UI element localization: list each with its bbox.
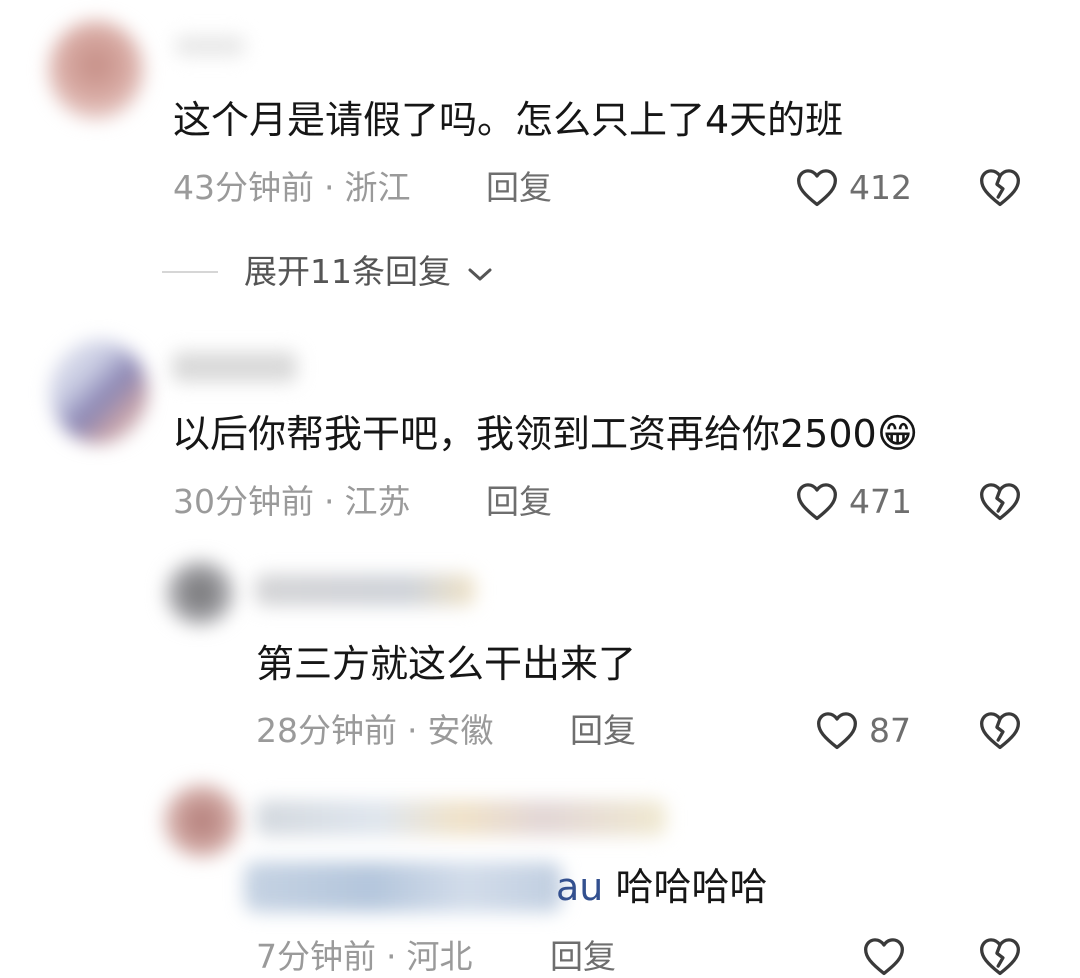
reply-button[interactable]: 回复 (486, 482, 552, 522)
timestamp: 30分钟前 (173, 482, 314, 521)
heart-outline-icon[interactable] (795, 166, 839, 208)
like-count: 471 (849, 482, 912, 521)
separator: · (324, 168, 335, 207)
timestamp: 43分钟前 (173, 168, 314, 207)
mention-link[interactable] (244, 862, 562, 912)
like-count: 87 (869, 711, 911, 750)
username[interactable] (255, 574, 475, 606)
heart-outline-icon[interactable] (862, 935, 906, 977)
username[interactable] (175, 36, 245, 56)
reply-meta: 28分钟前 · 安徽 (256, 711, 494, 751)
separator: · (324, 482, 335, 521)
avatar[interactable] (165, 560, 235, 626)
username[interactable] (172, 352, 297, 382)
avatar[interactable] (163, 784, 241, 858)
location: 浙江 (344, 168, 411, 207)
reply-button[interactable]: 回复 (570, 711, 636, 751)
comment-text-body: 以后你帮我干吧，我领到工资再给你2500 (172, 412, 877, 456)
separator: · (386, 937, 397, 976)
separator: · (407, 711, 418, 750)
reply-meta: 7分钟前 · 河北 (256, 937, 473, 977)
mention-text[interactable]: au (556, 865, 603, 909)
comment-text: 这个月是请假了吗。怎么只上了4天的班 (173, 98, 844, 142)
timestamp: 28分钟前 (256, 711, 397, 750)
reply-text-body: 哈哈哈哈 (615, 865, 768, 909)
reply-text: 第三方就这么干出来了 (256, 642, 637, 686)
location: 河北 (406, 937, 473, 976)
avatar[interactable] (50, 340, 148, 444)
avatar[interactable] (48, 20, 144, 120)
broken-heart-icon[interactable] (978, 709, 1022, 751)
grinning-emoji: 😁 (876, 411, 919, 457)
location: 江苏 (344, 482, 411, 521)
timestamp: 7分钟前 (256, 937, 376, 976)
expand-replies-button[interactable]: 展开11条回复 (244, 252, 494, 292)
broken-heart-icon[interactable] (978, 935, 1022, 977)
reply-text: au 哈哈哈哈 (556, 865, 767, 909)
expand-divider (162, 271, 218, 273)
comment-text: 以后你帮我干吧，我领到工资再给你2500😁 (172, 412, 918, 456)
heart-outline-icon[interactable] (795, 480, 839, 522)
like-count: 412 (849, 168, 912, 207)
broken-heart-icon[interactable] (978, 166, 1022, 208)
username[interactable] (256, 800, 666, 836)
reply-button[interactable]: 回复 (550, 937, 616, 977)
comment-meta: 30分钟前 · 江苏 (173, 482, 411, 522)
expand-replies-label: 展开11条回复 (244, 252, 451, 291)
chevron-down-icon (466, 264, 494, 284)
heart-outline-icon[interactable] (815, 709, 859, 751)
comment-meta: 43分钟前 · 浙江 (173, 168, 411, 208)
broken-heart-icon[interactable] (978, 480, 1022, 522)
reply-button[interactable]: 回复 (486, 168, 552, 208)
location: 安徽 (427, 711, 494, 750)
